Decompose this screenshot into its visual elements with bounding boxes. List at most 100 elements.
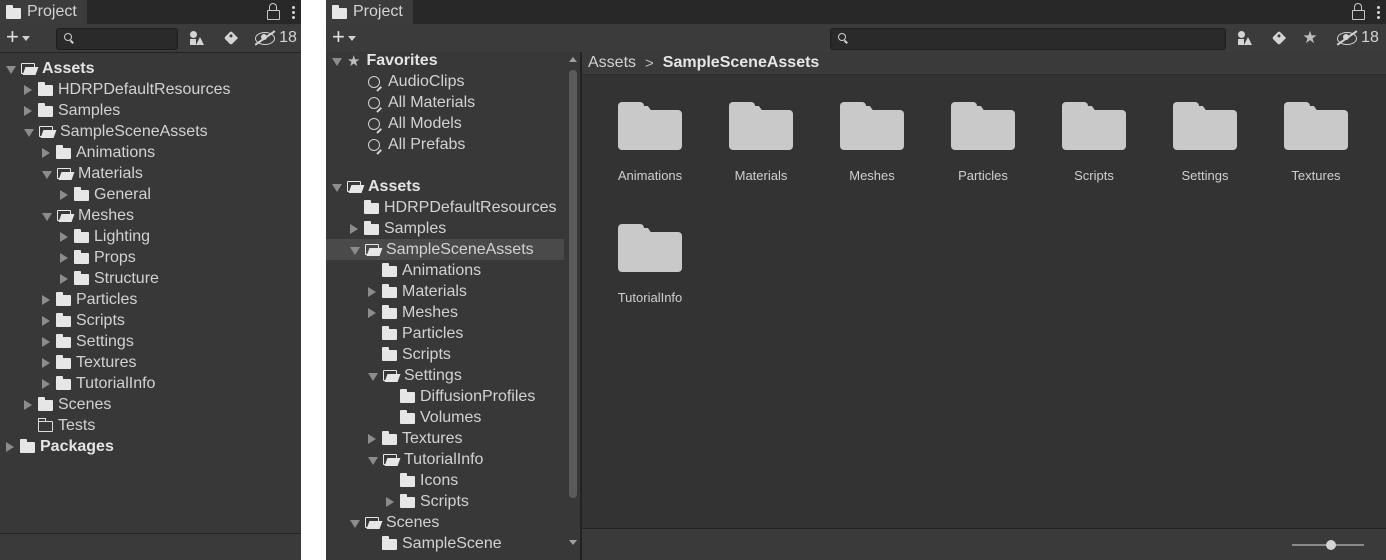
collapsed-arrow-icon[interactable] — [60, 273, 68, 284]
asset-folder-textures[interactable]: Textures — [1266, 92, 1366, 202]
tree-item-general[interactable]: General — [0, 184, 301, 205]
hidden-packages-toggle[interactable]: 18 — [254, 27, 298, 49]
asset-folder-tutorialinfo[interactable]: TutorialInfo — [600, 214, 700, 324]
asset-folder-particles[interactable]: Particles — [933, 92, 1033, 202]
expanded-arrow-icon[interactable] — [368, 456, 378, 465]
expanded-arrow-icon[interactable] — [332, 183, 342, 192]
collapsed-arrow-icon[interactable] — [368, 307, 376, 318]
tree-item-settings[interactable]: Settings — [0, 331, 301, 352]
favorite-audioclips[interactable]: AudioClips — [326, 71, 464, 92]
collapsed-arrow-icon[interactable] — [60, 189, 68, 200]
tree-item-samplesceneassets[interactable]: SampleSceneAssets — [326, 239, 564, 260]
create-button[interactable]: + — [332, 26, 356, 48]
tree-item-lighting[interactable]: Lighting — [0, 226, 301, 247]
tree-item-tutorialinfo[interactable]: TutorialInfo — [0, 373, 301, 394]
filter-by-label-button[interactable] — [222, 27, 240, 49]
tree-item-materials[interactable]: Materials — [0, 163, 301, 184]
asset-folder-meshes[interactable]: Meshes — [822, 92, 922, 202]
tree-item-icons[interactable]: Icons — [326, 470, 564, 491]
tree-item-tests[interactable]: Tests — [0, 415, 301, 436]
expanded-arrow-icon[interactable] — [332, 57, 342, 66]
asset-folder-animations[interactable]: Animations — [600, 92, 700, 202]
tree-item-assets[interactable]: Assets — [326, 176, 564, 197]
tree-item-scripts[interactable]: Scripts — [326, 344, 564, 365]
tree-item-tutorialinfo[interactable]: TutorialInfo — [326, 449, 564, 470]
collapsed-arrow-icon[interactable] — [60, 252, 68, 263]
filter-by-label-button[interactable] — [1270, 27, 1288, 49]
tree-item-meshes[interactable]: Meshes — [326, 302, 564, 323]
more-options-icon[interactable] — [292, 5, 295, 19]
expanded-arrow-icon[interactable] — [42, 212, 52, 221]
tree-item-settings[interactable]: Settings — [326, 365, 564, 386]
favorite-all-models[interactable]: All Models — [326, 113, 462, 134]
favorite-all-prefabs[interactable]: All Prefabs — [326, 134, 465, 155]
favorite-all-materials[interactable]: All Materials — [326, 92, 475, 113]
tree-item-textures[interactable]: Textures — [326, 428, 564, 449]
tab-project[interactable]: Project — [0, 0, 87, 24]
search-input[interactable] — [853, 29, 1221, 49]
collapsed-arrow-icon[interactable] — [24, 84, 32, 95]
asset-folder-settings[interactable]: Settings — [1155, 92, 1255, 202]
collapsed-arrow-icon[interactable] — [24, 399, 32, 410]
tree-item-scenes[interactable]: Scenes — [326, 512, 564, 533]
tree-item-particles[interactable]: Particles — [0, 289, 301, 310]
tree-item-samplesceneassets[interactable]: SampleSceneAssets — [0, 121, 301, 142]
expanded-arrow-icon[interactable] — [350, 246, 360, 255]
collapsed-arrow-icon[interactable] — [42, 357, 50, 368]
search-field[interactable] — [56, 28, 178, 50]
tab-project[interactable]: Project — [326, 0, 413, 24]
collapsed-arrow-icon[interactable] — [42, 336, 50, 347]
tree-item-textures[interactable]: Textures — [0, 352, 301, 373]
collapsed-arrow-icon[interactable] — [24, 105, 32, 116]
tree-item-meshes[interactable]: Meshes — [0, 205, 301, 226]
tree-item-props[interactable]: Props — [0, 247, 301, 268]
tree-item-samples[interactable]: Samples — [326, 218, 564, 239]
filter-by-type-button[interactable] — [186, 27, 208, 49]
tree-item-particles[interactable]: Particles — [326, 323, 564, 344]
expanded-arrow-icon[interactable] — [42, 170, 52, 179]
asset-folder-materials[interactable]: Materials — [711, 92, 811, 202]
collapsed-arrow-icon[interactable] — [386, 496, 394, 507]
tree-item-diffusionprofiles[interactable]: DiffusionProfiles — [326, 386, 564, 407]
tree-item-materials[interactable]: Materials — [326, 281, 564, 302]
tree-item-scenes[interactable]: Scenes — [0, 394, 301, 415]
tree-item-assets[interactable]: Assets — [0, 58, 301, 79]
search-field[interactable] — [830, 28, 1226, 50]
collapsed-arrow-icon[interactable] — [42, 294, 50, 305]
collapsed-arrow-icon[interactable] — [368, 433, 376, 444]
create-button[interactable]: + — [6, 26, 30, 48]
more-options-icon[interactable] — [1377, 5, 1380, 19]
collapsed-arrow-icon[interactable] — [350, 223, 358, 234]
slider-thumb[interactable] — [1326, 540, 1336, 550]
tree-item-scripts[interactable]: Scripts — [0, 310, 301, 331]
tree-item-structure[interactable]: Structure — [0, 268, 301, 289]
tree-item-volumes[interactable]: Volumes — [326, 407, 564, 428]
search-input[interactable] — [79, 29, 173, 49]
scroll-up-icon[interactable] — [569, 57, 577, 62]
tree-item-packages[interactable]: Packages — [0, 436, 301, 457]
tree-item-animations[interactable]: Animations — [326, 260, 564, 281]
tree-item-samples[interactable]: Samples — [0, 100, 301, 121]
tree-item-samplescene[interactable]: SampleScene — [326, 533, 564, 554]
collapsed-arrow-icon[interactable] — [368, 286, 376, 297]
collapsed-arrow-icon[interactable] — [42, 147, 50, 158]
expanded-arrow-icon[interactable] — [24, 128, 34, 137]
expanded-arrow-icon[interactable] — [350, 519, 360, 528]
filter-by-type-button[interactable] — [1234, 27, 1256, 49]
hidden-packages-toggle[interactable]: 18 — [1334, 27, 1382, 49]
tree-item-hdrpdefaultresources[interactable]: HDRPDefaultResources — [326, 197, 564, 218]
breadcrumb-root[interactable]: Assets — [588, 54, 636, 72]
tree-item-scripts[interactable]: Scripts — [326, 491, 564, 512]
tree-item-hdrpdefaultresources[interactable]: HDRPDefaultResources — [0, 79, 301, 100]
scrollbar-thumb[interactable] — [569, 70, 577, 498]
tree-scrollbar[interactable] — [566, 52, 580, 552]
collapsed-arrow-icon[interactable] — [60, 231, 68, 242]
expanded-arrow-icon[interactable] — [368, 372, 378, 381]
lock-icon[interactable] — [267, 2, 280, 20]
collapsed-arrow-icon[interactable] — [42, 315, 50, 326]
scroll-down-icon[interactable] — [569, 540, 577, 545]
lock-icon[interactable] — [1352, 2, 1365, 20]
asset-folder-scripts[interactable]: Scripts — [1044, 92, 1144, 202]
collapsed-arrow-icon[interactable] — [6, 441, 14, 452]
tree-item-favorites[interactable]: ★ Favorites — [326, 52, 438, 71]
